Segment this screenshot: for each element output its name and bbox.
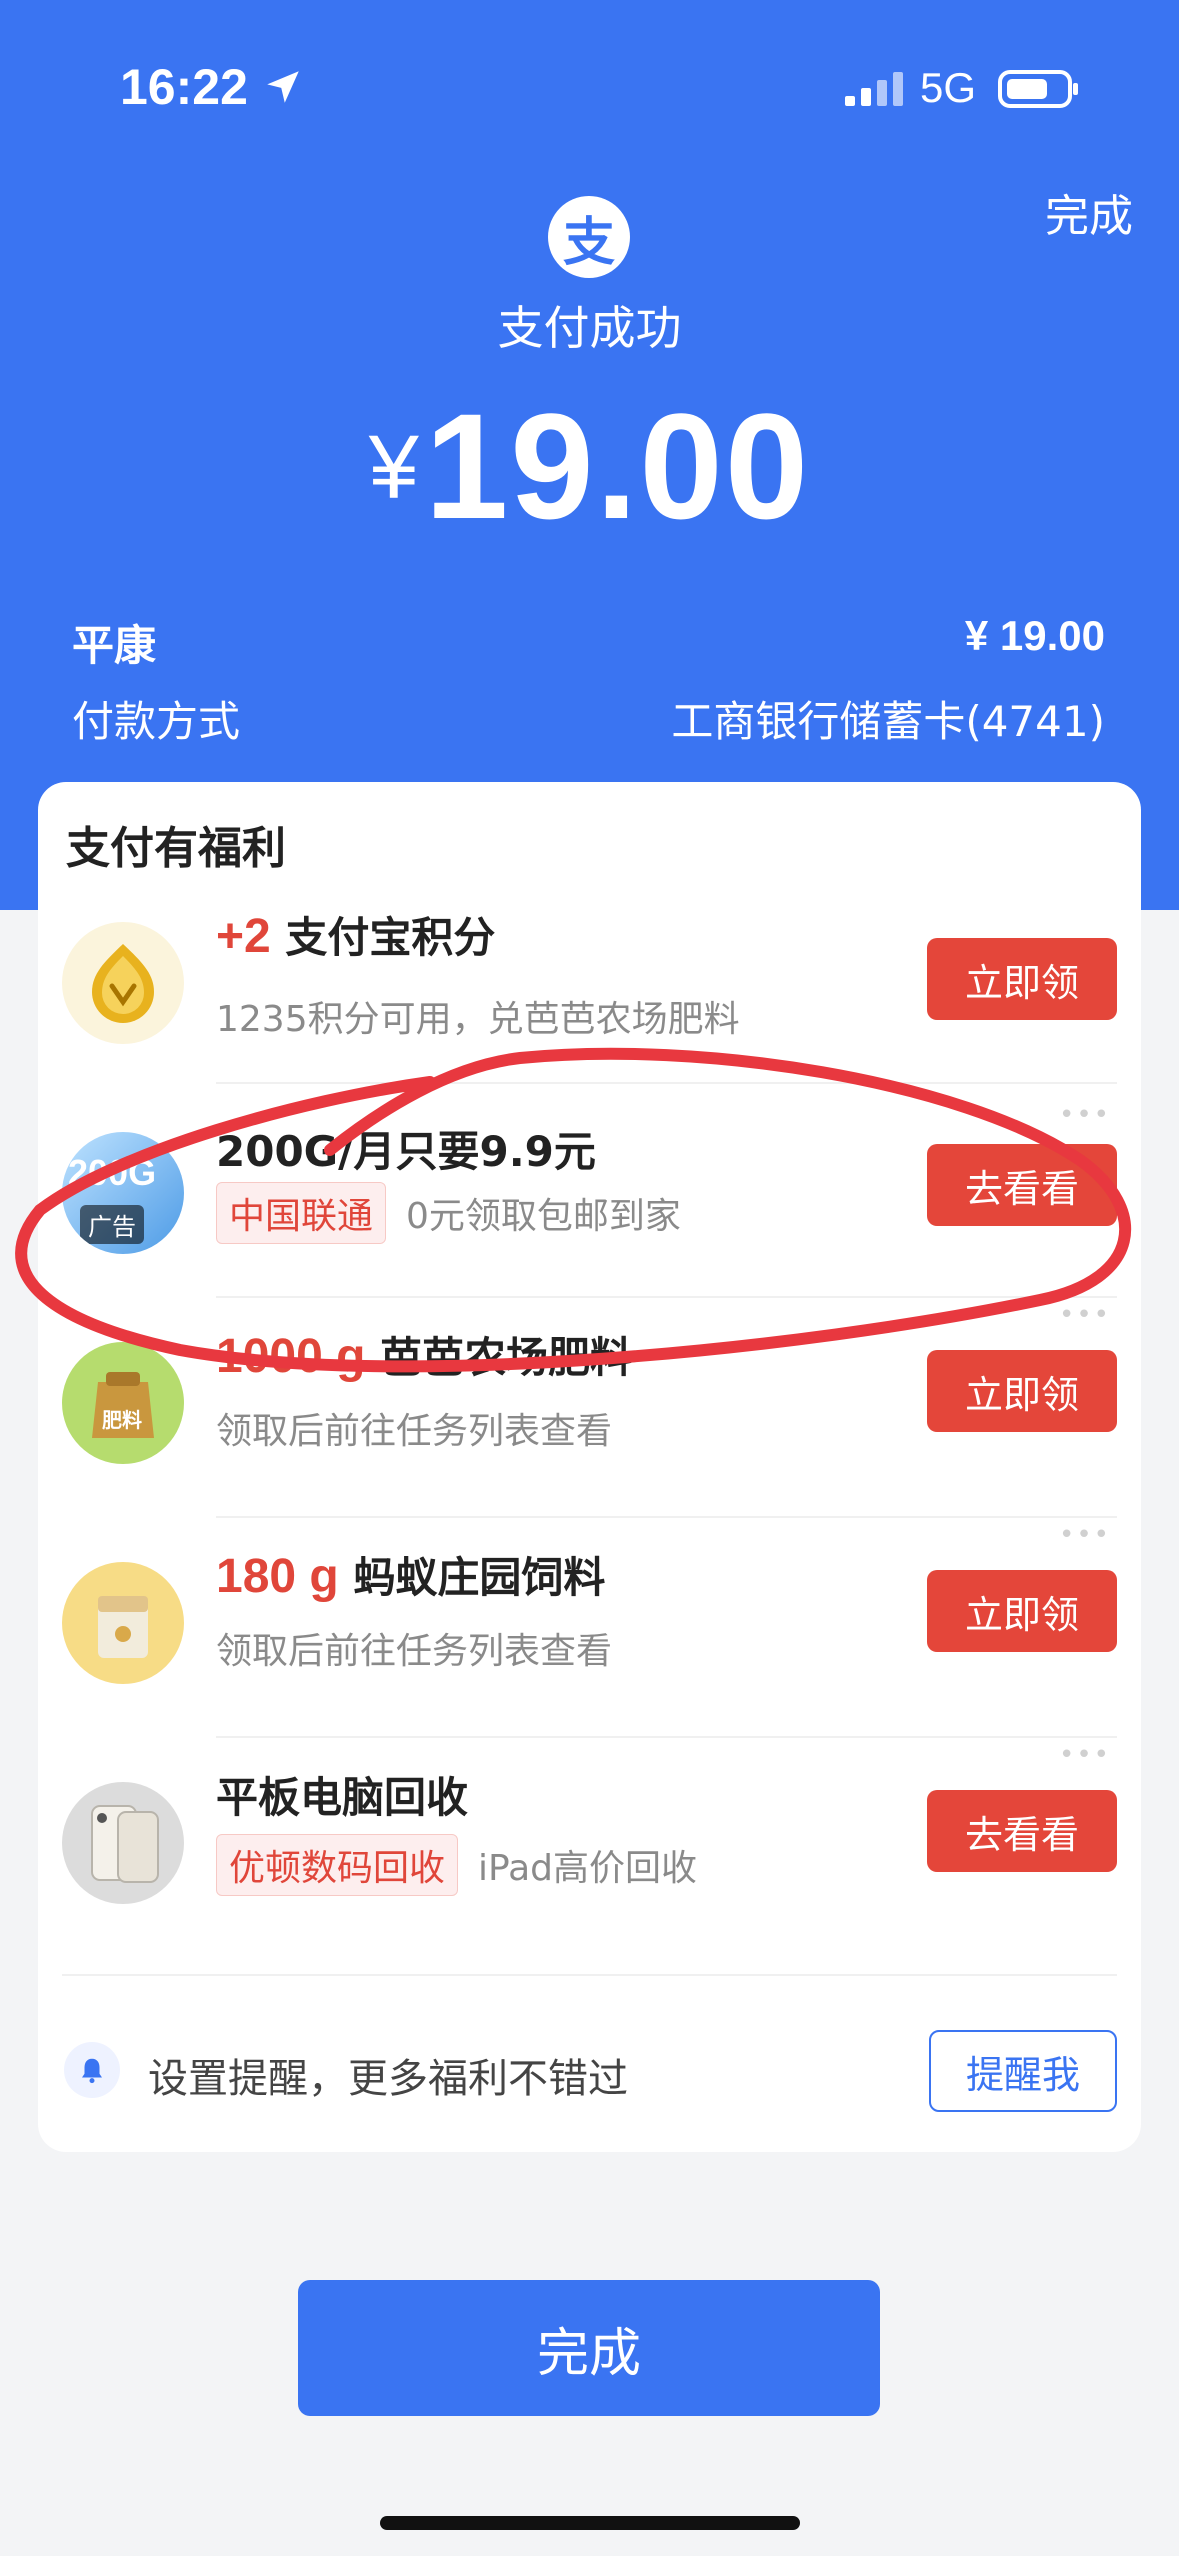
benefit-title: 平板电脑回收 bbox=[216, 1773, 469, 1822]
benefit-highlight: 180 g bbox=[216, 1550, 339, 1603]
status-time: 16:22 bbox=[120, 59, 248, 115]
ad-badge: 广告 bbox=[80, 1205, 144, 1244]
benefit-title-text: 蚂蚁庄园饲料 bbox=[338, 1553, 606, 1602]
fertilizer-bag-label: 肥料 bbox=[102, 1408, 142, 1432]
benefit-highlight: +2 bbox=[216, 910, 271, 963]
divider bbox=[216, 1516, 1117, 1518]
benefit-item-feed: 180 g 蚂蚁庄园饲料 领取后前往任务列表查看 立即领 ••• bbox=[38, 1520, 1141, 1722]
fertilizer-bag-icon: 肥料 bbox=[62, 1342, 184, 1464]
benefit-title: 1000 g 芭芭农场肥料 bbox=[216, 1324, 632, 1385]
ad-thumbnail-text: 200G bbox=[68, 1152, 157, 1193]
bell-icon bbox=[64, 2042, 120, 2098]
benefit-title: 200G/月只要9.9元 bbox=[216, 1127, 596, 1176]
merchant-amount: ¥ 19.00 bbox=[964, 612, 1105, 659]
currency-symbol: ¥ bbox=[368, 418, 419, 518]
status-bar: 16:22 5G bbox=[0, 0, 1179, 170]
alipay-logo: 支 bbox=[548, 196, 630, 278]
divider bbox=[216, 1296, 1117, 1298]
benefit-highlight: 1000 g bbox=[216, 1330, 366, 1383]
payment-method-value: 工商银行储蓄卡(4741) bbox=[671, 697, 1105, 746]
claim-button[interactable]: 立即领 bbox=[927, 938, 1117, 1020]
benefit-desc: iPad高价回收 bbox=[478, 1848, 698, 1889]
benefit-item-tablet-recycle: 平板电脑回收 优顿数码回收 iPad高价回收 去看看 ••• bbox=[38, 1740, 1141, 1942]
benefit-title-text: 支付宝积分 bbox=[270, 913, 496, 962]
benefit-desc: 领取后前往任务列表查看 bbox=[216, 1631, 613, 1672]
payment-method-label: 付款方式 bbox=[72, 697, 241, 746]
remind-me-button[interactable]: 提醒我 bbox=[929, 2030, 1117, 2112]
merchant-name: 平康 bbox=[72, 621, 157, 670]
alipay-logo-char: 支 bbox=[562, 212, 615, 273]
tablet-thumbnail-icon bbox=[62, 1782, 184, 1904]
benefit-desc: 领取后前往任务列表查看 bbox=[216, 1411, 613, 1452]
payment-amount: ¥19.00 bbox=[0, 380, 1179, 553]
network-type: 5G bbox=[920, 64, 977, 111]
reminder-row: 设置提醒，更多福利不错过 提醒我 bbox=[38, 2012, 1141, 2132]
done-link-top[interactable]: 完成 bbox=[1045, 180, 1133, 244]
benefit-item-unicom-ad: 200G 广告 200G/月只要9.9元 中国联通 0元领取包邮到家 去看看 •… bbox=[38, 1082, 1141, 1282]
divider bbox=[216, 1736, 1117, 1738]
reminder-text: 设置提醒，更多福利不错过 bbox=[148, 2056, 628, 2102]
benefit-tag: 中国联通 bbox=[216, 1182, 387, 1244]
benefit-sub: 中国联通 0元领取包邮到家 bbox=[216, 1182, 681, 1244]
benefit-title: +2 支付宝积分 bbox=[216, 904, 495, 965]
payment-status-text: 支付成功 bbox=[497, 301, 682, 355]
benefit-sub: 优顿数码回收 iPad高价回收 bbox=[216, 1834, 697, 1896]
payment-method-row: 付款方式 工商银行储蓄卡(4741) bbox=[72, 688, 1105, 749]
more-options-icon[interactable]: ••• bbox=[1059, 1300, 1111, 1330]
benefit-desc: 1235积分可用，兑芭芭农场肥料 bbox=[216, 999, 740, 1040]
benefit-title: 180 g 蚂蚁庄园饲料 bbox=[216, 1544, 605, 1605]
unicom-ad-thumbnail: 200G 广告 bbox=[62, 1132, 184, 1254]
more-options-icon[interactable]: ••• bbox=[1059, 1740, 1111, 1770]
divider bbox=[62, 1974, 1117, 1976]
merchant-row: 平康 ¥ 19.00 bbox=[72, 612, 1105, 673]
view-button[interactable]: 去看看 bbox=[927, 1144, 1117, 1226]
benefit-item-points: +2 支付宝积分 1235积分可用，兑芭芭农场肥料 立即领 bbox=[38, 882, 1141, 1082]
benefit-item-fertilizer: 肥料 1000 g 芭芭农场肥料 领取后前往任务列表查看 立即领 ••• bbox=[38, 1300, 1141, 1502]
more-options-icon[interactable]: ••• bbox=[1059, 1520, 1111, 1550]
more-options-icon[interactable]: ••• bbox=[1059, 1100, 1111, 1130]
home-indicator bbox=[380, 2516, 800, 2530]
done-button[interactable]: 完成 bbox=[298, 2280, 880, 2416]
claim-button[interactable]: 立即领 bbox=[927, 1350, 1117, 1432]
view-button[interactable]: 去看看 bbox=[927, 1790, 1117, 1872]
benefits-title: 支付有福利 bbox=[66, 823, 286, 874]
benefit-tag: 优顿数码回收 bbox=[216, 1834, 459, 1896]
benefit-title-text: 芭芭农场肥料 bbox=[365, 1333, 633, 1382]
claim-button[interactable]: 立即领 bbox=[927, 1570, 1117, 1652]
points-badge-icon bbox=[62, 922, 184, 1044]
battery-icon bbox=[998, 70, 1078, 108]
location-arrow-icon bbox=[267, 71, 299, 103]
cellular-signal-icon bbox=[845, 72, 903, 106]
benefits-card: 支付有福利 +2 支付宝积分 1235积分可用，兑芭芭农场肥料 立即领 200G… bbox=[38, 782, 1141, 2152]
benefit-desc: 0元领取包邮到家 bbox=[406, 1196, 681, 1237]
amount-value: 19.00 bbox=[424, 382, 811, 550]
feed-bag-icon bbox=[62, 1562, 184, 1684]
